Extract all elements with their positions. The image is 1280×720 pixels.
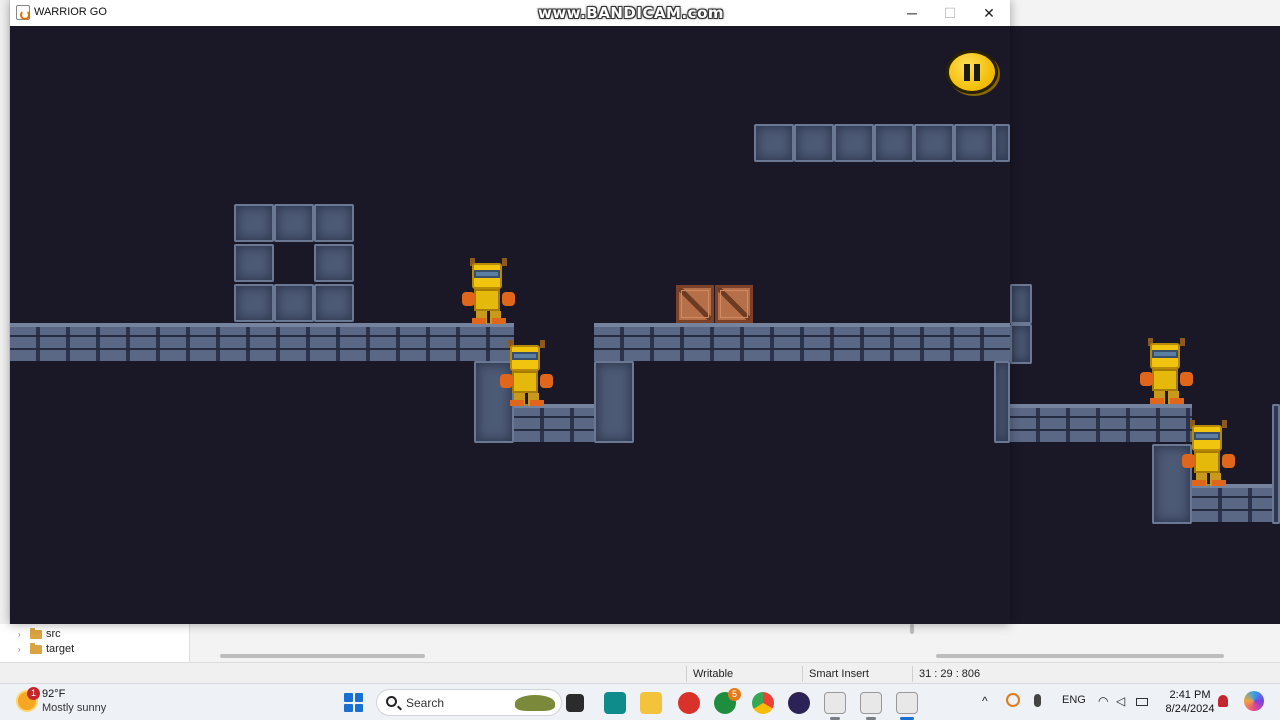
stone-block: [274, 284, 314, 322]
microsoft-store-icon[interactable]: [604, 692, 626, 714]
java-icon[interactable]: [860, 692, 882, 714]
stone-block: [794, 124, 834, 162]
ide-status-bar: Writable Smart Insert 31 : 29 : 806: [0, 662, 1280, 683]
stone-block: [914, 124, 954, 162]
stone-block: [234, 244, 274, 282]
folder-icon: [30, 627, 42, 639]
taskbar: 1 92°F Mostly sunny Search 5 ^ ENG ◠ ◁ 2…: [0, 683, 1280, 720]
weather-temperature[interactable]: 92°F: [42, 688, 65, 700]
ide-left-strip: [0, 0, 10, 683]
chevron-up-icon[interactable]: ^: [982, 694, 988, 708]
stone-block: [1010, 284, 1032, 324]
notification-bell-icon[interactable]: [1218, 695, 1228, 707]
brick-platform: [1192, 484, 1280, 522]
bandicam-watermark: www.BANDICAM.com: [538, 4, 725, 22]
battery-icon[interactable]: [1136, 698, 1148, 706]
stone-block: [274, 204, 314, 242]
stone-block: [874, 124, 914, 162]
game-window-background: [1010, 26, 1280, 624]
start-button[interactable]: [344, 693, 363, 712]
wifi-icon[interactable]: ◠: [1098, 694, 1108, 708]
status-insert-mode: Smart Insert: [802, 666, 912, 682]
language-indicator[interactable]: ENG: [1062, 694, 1086, 706]
brick-platform: [1010, 404, 1192, 442]
horizontal-scrollbar[interactable]: [936, 654, 1224, 658]
copilot-icon[interactable]: [1244, 691, 1264, 711]
speaker-icon[interactable]: ◁: [1116, 694, 1125, 708]
tree-item-label: src: [46, 628, 61, 640]
weather-badge: 1: [27, 687, 40, 700]
java-icon[interactable]: [896, 692, 918, 714]
wps-office-icon[interactable]: [678, 692, 700, 714]
tree-item-label: target: [46, 643, 75, 655]
chevron-right-icon[interactable]: ›: [18, 630, 26, 639]
clock-date: 8/24/2024: [1165, 703, 1215, 715]
stone-block: [314, 284, 354, 322]
tree-item-src[interactable]: › src: [18, 627, 61, 641]
brick-platform-pit: [514, 404, 594, 442]
microphone-icon[interactable]: [1034, 694, 1041, 707]
brick-platform-left: [10, 323, 514, 361]
chevron-right-icon[interactable]: ›: [18, 645, 26, 654]
stone-block: [234, 284, 274, 322]
search-icon: [386, 696, 397, 707]
stone-block: [314, 244, 354, 282]
eclipse-icon[interactable]: [788, 692, 810, 714]
wooden-crate: [676, 285, 714, 323]
file-explorer-icon[interactable]: [640, 692, 662, 714]
window-title: WARRIOR GO: [34, 6, 107, 18]
warrior-sprite: [1138, 338, 1196, 404]
stone-block: [834, 124, 874, 162]
horizontal-scrollbar[interactable]: [220, 654, 425, 658]
brick-platform-right: [594, 323, 1010, 361]
maximize-button[interactable]: ☐: [931, 0, 969, 26]
taskbar-clock[interactable]: 2:41 PM 8/24/2024: [1160, 688, 1220, 716]
sync-icon[interactable]: [1006, 693, 1020, 707]
stone-block: [1010, 324, 1032, 364]
stone-block: [994, 124, 1010, 162]
wooden-crate: [715, 285, 753, 323]
stone-pillar: [594, 361, 634, 443]
search-highlight-image: [515, 695, 555, 711]
stone-block: [234, 204, 274, 242]
vertical-scrollbar[interactable]: [910, 624, 914, 634]
stone-pillar: [1272, 404, 1280, 524]
java-icon[interactable]: [824, 692, 846, 714]
status-cursor-position: 31 : 29 : 806: [912, 666, 1032, 682]
stone-pillar: [994, 361, 1010, 443]
java-app-icon: [16, 5, 30, 20]
stone-block: [754, 124, 794, 162]
search-label: Search: [406, 696, 445, 710]
title-bar[interactable]: WARRIOR GO ─ ☐ ✕: [10, 0, 1010, 26]
pause-button[interactable]: [946, 50, 998, 94]
search-box[interactable]: Search: [376, 689, 562, 716]
folder-icon: [30, 642, 42, 654]
status-writable: Writable: [686, 666, 802, 682]
pause-icon: [964, 64, 970, 81]
game-window[interactable]: WARRIOR GO ─ ☐ ✕: [10, 0, 1010, 624]
pause-icon: [974, 64, 980, 81]
warrior-sprite: [1180, 420, 1238, 486]
task-view-icon[interactable]: [566, 694, 584, 712]
chrome-icon[interactable]: [752, 692, 774, 714]
warrior-player: [460, 258, 518, 324]
warrior-sprite: [498, 340, 556, 406]
clock-time: 2:41 PM: [1169, 689, 1211, 701]
close-button[interactable]: ✕: [970, 0, 1008, 26]
xbox-badge: 5: [728, 688, 741, 701]
tree-item-target[interactable]: › target: [18, 642, 74, 656]
stone-block: [314, 204, 354, 242]
weather-description[interactable]: Mostly sunny: [42, 702, 106, 714]
minimize-button[interactable]: ─: [893, 0, 931, 26]
stone-block: [954, 124, 994, 162]
editor-bottom-area: [190, 624, 1280, 662]
